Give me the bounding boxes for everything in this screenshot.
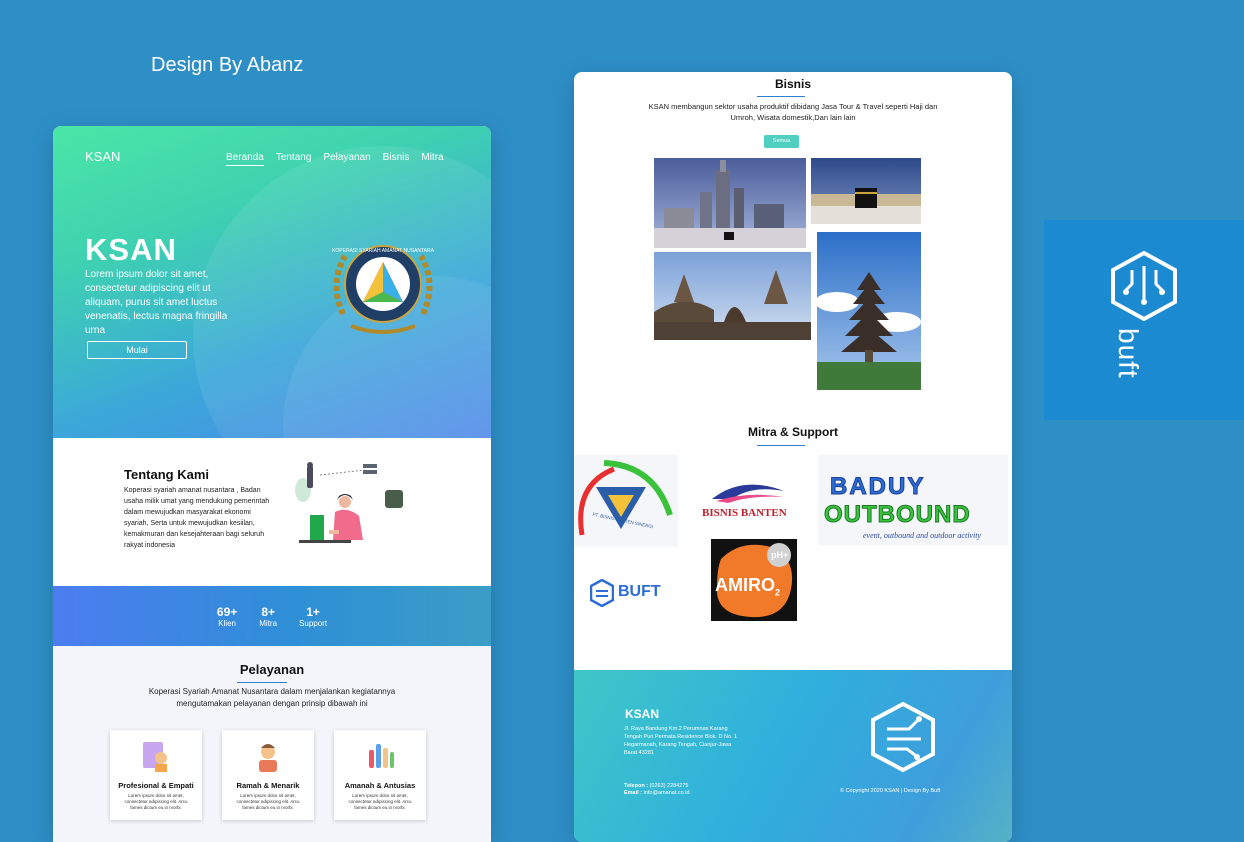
footer-brand: KSAN [625, 707, 660, 721]
bisnis-banten-swoosh-icon [712, 484, 784, 503]
footer-email-value[interactable]: info@amanat.co.id [644, 790, 690, 796]
sinergi-emblem-icon [578, 460, 673, 536]
amiro-name: AMIRO [715, 575, 775, 595]
main-nav: Beranda Tentang Pelayanan Bisnis Mitra [226, 152, 456, 166]
stat-klien: 69+ Klien [217, 605, 237, 628]
stat-value: 1+ [306, 604, 320, 619]
mitra-title: Mitra & Support [748, 425, 838, 439]
outbound-text: OUTBOUND [824, 501, 971, 529]
support-agent-icon [143, 742, 167, 772]
bisnis-title: Bisnis [774, 77, 811, 91]
services-section: Pelayanan Koperasi Syariah Amanat Nusant… [53, 646, 491, 842]
friendly-person-icon [259, 744, 277, 772]
mulai-button[interactable]: Mulai [87, 341, 187, 359]
design-credit: Design By Abanz [151, 54, 304, 76]
footer-phone-label: Telepon : [624, 783, 649, 789]
services-title: Pelayanan [239, 662, 305, 677]
service-card-amanah[interactable]: Amanah & Antusias Lorem ipsum dolor sit … [334, 730, 426, 820]
baduy-tagline: event, outbound and outdoor activity [863, 531, 981, 540]
stat-label: Support [299, 618, 328, 628]
sinergi-logo[interactable]: PT. BISNIS BANTEN SINERGI [574, 455, 678, 547]
service-card-profesional[interactable]: Profesional & Empati Lorem ipsum dolor s… [110, 730, 202, 820]
nav-brand[interactable]: KSAN [85, 149, 120, 164]
nav-item-pelayanan[interactable]: Pelayanan [323, 152, 370, 166]
hero-text: Lorem ipsum dolor sit amet, consectetur … [85, 269, 228, 336]
amiro-subscript: 2 [775, 587, 781, 598]
card-title: Ramah & Menarik [236, 781, 300, 790]
buft-brand-text: buft [1113, 328, 1144, 379]
buft-partner-text: BUFT [618, 583, 661, 600]
card-text: Lorem ipsum dolor sit amet, consectetur … [236, 793, 300, 810]
semua-filter-button[interactable]: Semua [764, 135, 799, 148]
stat-value: 69+ [216, 604, 238, 619]
kaaba-photo[interactable] [811, 158, 921, 224]
ksan-emblem-logo: KOPERASI SYARIAH AMANAT NUSANTARA [332, 245, 435, 334]
amiro-ph-text: pH+ [771, 550, 789, 560]
nav-item-mitra[interactable]: Mitra [421, 152, 443, 166]
footer-phone-value[interactable]: (0263) 2284275 [650, 783, 689, 789]
title-underline [757, 96, 805, 97]
bisnis-banten-text: BISNIS BANTEN [702, 507, 787, 519]
business-page-mockup: Bisnis KSAN membangun sektor usaha produ… [574, 72, 1012, 842]
nav-item-beranda[interactable]: Beranda [226, 152, 264, 166]
landing-page-mockup: KSAN Beranda Tentang Pelayanan Bisnis Mi… [53, 126, 491, 842]
card-title: Profesional & Empati [118, 781, 194, 790]
buft-partner-logo[interactable]: BUFT [580, 549, 670, 641]
amiro-logo[interactable]: pH+ AMIRO2 [711, 539, 797, 621]
buft-hex-logo-icon [871, 701, 935, 773]
card-text: Lorem ipsum dolor sit amet, consectetur … [124, 793, 188, 810]
partner-logos: PT. BISNIS BANTEN SINERGI BISNIS BANTEN … [574, 455, 1012, 643]
about-text: Koperasi syariah amanat nusantara , Bada… [124, 487, 270, 549]
footer-email-label: Email : [624, 790, 643, 796]
working-woman-illustration [295, 462, 403, 543]
baduy-text: BADUY [829, 473, 926, 501]
buft-brand-block: buft [1044, 220, 1244, 420]
borobudur-temple-photo[interactable] [654, 252, 811, 340]
about-title: Tentang Kami [124, 467, 209, 482]
card-text: Lorem ipsum dolor sit amet, consectetur … [348, 793, 412, 810]
buft-hex-icon [590, 579, 614, 607]
footer-address: Jl. Raya Bandung Km.2 Perumnas Karang Te… [624, 726, 738, 756]
bisnis-banten-logo[interactable]: BISNIS BANTEN [692, 469, 802, 535]
stat-value: 8+ [261, 604, 275, 619]
card-title: Amanah & Antusias [344, 781, 416, 790]
footer-copyright: © Copyright 2020 KSAN | Design By Buft [840, 788, 941, 794]
stat-label: Klien [218, 618, 236, 628]
bali-pagoda-photo[interactable] [817, 232, 921, 390]
bisnis-text: KSAN membangun sektor usaha produktif di… [648, 102, 938, 122]
services-text: Koperasi Syariah Amanat Nusantara dalam … [148, 687, 396, 708]
nav-item-tentang[interactable]: Tentang [276, 152, 312, 166]
site-footer: KSAN Jl. Raya Bandung Km.2 Perumnas Kara… [574, 670, 1012, 842]
hero-title: KSAN [85, 232, 177, 267]
hero-section: KSAN Beranda Tentang Pelayanan Bisnis Mi… [53, 126, 491, 438]
raised-hands-icon [369, 744, 394, 768]
baduy-outbound-logo[interactable]: BADUY OUTBOUND event, outbound and outdo… [818, 455, 1008, 545]
title-underline [757, 445, 805, 446]
stat-support: 1+ Support [299, 605, 327, 628]
amiro-text: AMIRO2 [715, 575, 780, 598]
buft-circuit-icon [1111, 250, 1177, 322]
footer-contact: Telepon : (0263) 2284275 Email : info@am… [624, 783, 690, 797]
stats-banner: 69+ Klien 8+ Mitra 1+ Support [53, 586, 491, 646]
emblem-text: KOPERASI SYARIAH AMANAT NUSANTARA [332, 248, 435, 254]
service-card-ramah[interactable]: Ramah & Menarik Lorem ipsum dolor sit am… [222, 730, 314, 820]
nav-item-bisnis[interactable]: Bisnis [383, 152, 410, 166]
about-section: Tentang Kami Koperasi syariah amanat nus… [53, 438, 491, 586]
stat-label: Mitra [259, 618, 278, 628]
footer-phone: Telepon : (0263) 2284275 [624, 783, 690, 790]
footer-email: Email : info@amanat.co.id [624, 790, 690, 797]
title-underline [237, 682, 287, 683]
stat-mitra: 8+ Mitra [259, 605, 277, 628]
mecca-clock-tower-photo[interactable] [654, 158, 806, 248]
